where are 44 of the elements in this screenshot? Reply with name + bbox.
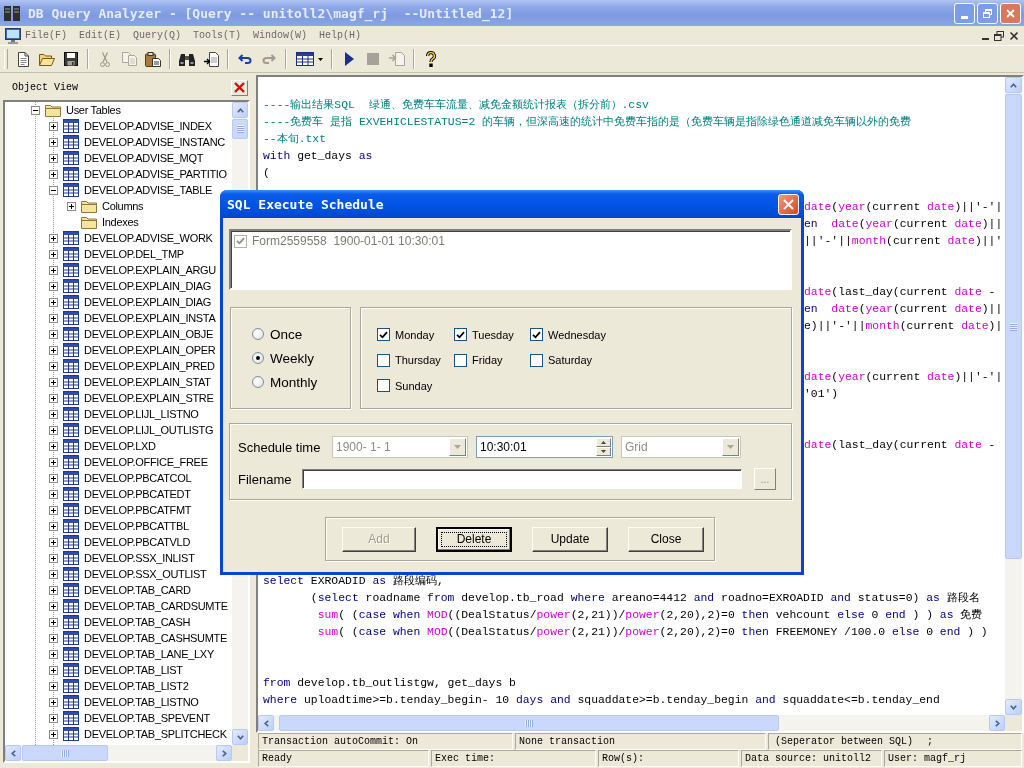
code-line: en date(year(current date)|| [804,302,1003,317]
checkbox-label: Monday [395,328,435,341]
status-text: Row(s): [602,753,644,764]
code-line: select EXROADID as 路段编码, [263,574,444,589]
radio-label: Monthly [270,374,318,390]
status-text: (Seperator between SQL) [775,736,914,747]
code-line: sum( (case when MOD((DealStatus/power(2,21))/power(2,20),2)=0 then vehcount else 0 end ) ) as 免费 [317,608,983,623]
checkbox-label: Saturday [548,354,593,367]
code-line: from develop.tb_outlistgw, get_days b [263,676,516,691]
code-line: e)||'-'||month(current date)| [804,319,1003,334]
code-line: ----免费车 是指 EXVEHICLESTATUS=2 的车辆，但深高速的统计中免费车指的是（免费车辆是指除绿色通道减免车辆以外的免费 [263,115,912,130]
checkbox-label: Friday [472,354,503,367]
status-text: Transaction autoCommit: On [262,736,419,747]
panel-title: Object View [12,82,78,93]
code-line: where uploadtime>=b.tenday_begin- 10 days and squaddate>=b.tenday_begin and squaddate<=b.tenday_end [263,693,940,708]
code-line: (select roadname from develop.tb_road where areano=4412 and roadno=EXROADID and status=0) as 路段名 [310,591,980,606]
dialog-title: SQL Execute Schedule [227,196,384,212]
code-line: ( [263,166,270,181]
radio-label: Once [270,326,303,342]
checkbox-label: Tuesday [472,328,514,341]
code-line: ||'-'||month(current date)||' [804,234,1003,249]
code-line: with get_days as [263,149,373,164]
code-line: date(year(current date)||'-'| [804,370,1003,385]
code-line: --本旬.txt [263,132,326,147]
status-text: Data source: unitoll2 [745,753,872,764]
code-line: date(last_day(current date - [804,285,996,300]
status-text: Ready [262,753,292,764]
code-line: '01') [804,387,839,402]
field-label: Schedule time [238,439,322,455]
field-label: Filename [238,471,293,487]
code-line: en date(year(current date)|| [804,217,1003,232]
checkbox-label: Thursday [395,354,441,367]
code-line: date(last_day(current date - [804,438,996,453]
status-text: None transaction [519,736,615,747]
checkbox-label: Sunday [395,379,433,392]
status-text: Exec time: [435,753,495,764]
code-line: date(year(current date)||'-'| [804,200,1003,215]
window-title: DB Query Analyzer - [Query -- unitoll2\magf_rj --Untitled_12] [28,5,514,21]
checkbox-label: Wednesday [548,328,606,341]
code-line: ----输出结果SQL 绿通、免费车车流量、减免金额统计报表（拆分前）.csv [263,98,649,113]
status-text: User: magf_rj [888,753,966,764]
status-text: ; [927,736,934,747]
radio-label: Weekly [270,350,314,366]
code-line: sum( (case when MOD((DealStatus/power(2,21))/power(2,20),2)=0 then FREEMONEY /100.0 else 0 end ) ) [317,625,988,640]
